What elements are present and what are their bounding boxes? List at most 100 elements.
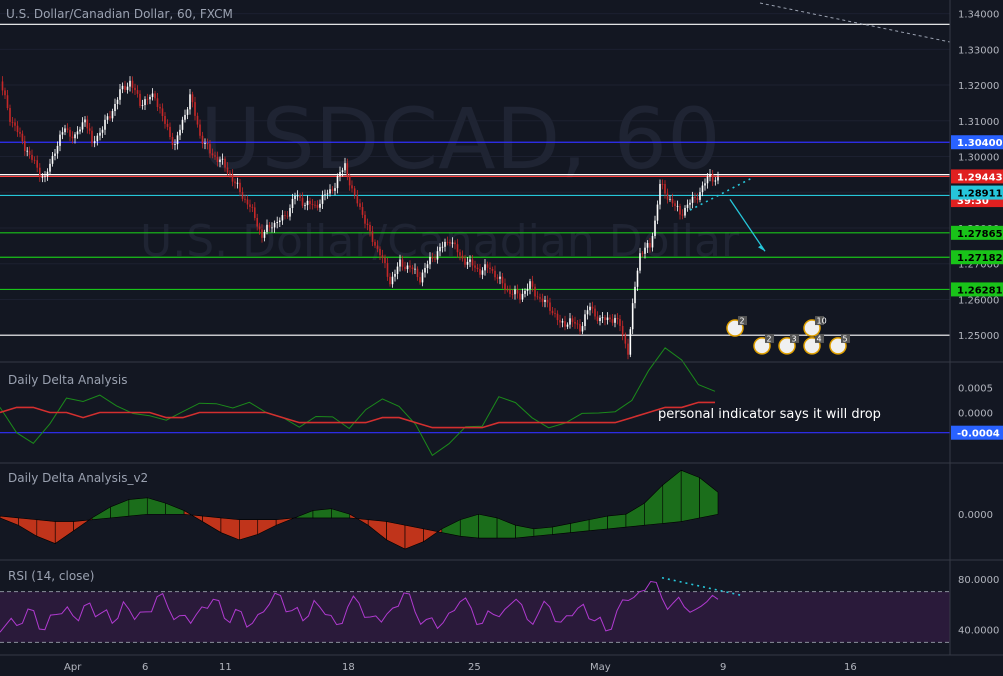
- candle-body: [391, 276, 394, 285]
- candle-body: [629, 329, 632, 355]
- candle-body: [334, 188, 336, 191]
- candle-body: [446, 241, 449, 243]
- candle-body: [353, 188, 356, 196]
- badge-count: 2: [740, 317, 745, 326]
- candle-body: [709, 174, 711, 177]
- candle-body: [549, 302, 551, 311]
- candle-body: [88, 128, 91, 131]
- candle-body: [273, 223, 276, 228]
- candle-body: [26, 150, 28, 152]
- delta-v2-area: [533, 526, 553, 537]
- delta-v2-area: [478, 513, 498, 539]
- candle-body: [444, 241, 446, 247]
- candle-body: [381, 255, 384, 258]
- candle-body: [449, 242, 451, 244]
- candle-body: [489, 267, 491, 269]
- price-label: 1.28911: [957, 189, 1003, 200]
- badge-count: 5: [843, 334, 848, 343]
- candle-body: [246, 199, 249, 205]
- candle-body: [616, 318, 619, 320]
- candle-body: [186, 109, 189, 115]
- candle-body: [254, 207, 256, 218]
- candle-body: [256, 217, 258, 227]
- candle-body: [389, 276, 391, 285]
- candle-body: [314, 204, 316, 206]
- candle-body: [131, 80, 134, 88]
- candle-body: [599, 317, 601, 322]
- candle-body: [711, 174, 714, 182]
- candle-body: [244, 198, 246, 200]
- candle-body: [669, 198, 671, 200]
- candle-body: [6, 95, 9, 109]
- candle-body: [441, 246, 444, 248]
- candle-body: [604, 317, 606, 321]
- candle-body: [704, 183, 706, 186]
- price-label: 1.27865: [957, 229, 1003, 240]
- candle-body: [579, 324, 581, 332]
- candle-body: [636, 270, 639, 287]
- candle-body: [481, 270, 484, 275]
- candle-body: [64, 128, 66, 133]
- candle-body: [529, 281, 531, 289]
- candle-body: [321, 194, 324, 204]
- candle-body: [91, 130, 93, 144]
- candle-body: [289, 208, 291, 217]
- candle-body: [54, 153, 56, 156]
- candle-body: [116, 99, 119, 104]
- candle-body: [111, 111, 114, 119]
- candle-body: [464, 258, 466, 265]
- candle-body: [699, 192, 701, 200]
- candle-body: [404, 266, 406, 270]
- candle-body: [544, 299, 546, 302]
- candle-body: [61, 132, 64, 135]
- candle-body: [499, 276, 501, 279]
- candle-body: [634, 286, 636, 304]
- candle-body: [179, 129, 181, 136]
- candle-body: [331, 189, 334, 191]
- daily-delta-title: Daily Delta Analysis: [8, 373, 127, 387]
- candle-body: [369, 224, 371, 232]
- candle-body: [16, 125, 19, 133]
- candle-body: [84, 119, 86, 123]
- candle-body: [344, 163, 346, 171]
- candle-body: [364, 214, 366, 224]
- candle-body: [176, 135, 179, 145]
- candle-body: [96, 135, 99, 142]
- candle-body: [674, 203, 676, 207]
- candle-body: [459, 252, 461, 256]
- candle-body: [631, 303, 634, 330]
- candle-body: [456, 244, 459, 253]
- candle-body: [486, 264, 489, 268]
- candle-body: [169, 126, 171, 138]
- candle-body: [139, 93, 141, 106]
- candle-body: [641, 253, 644, 255]
- candle-body: [401, 259, 404, 267]
- candle-body: [621, 325, 624, 336]
- candle-body: [509, 289, 511, 294]
- candle-body: [281, 215, 284, 221]
- candle-body: [11, 121, 14, 123]
- candle-body: [514, 289, 516, 295]
- candle-body: [28, 150, 31, 155]
- candle-body: [386, 263, 389, 277]
- candle-body: [689, 202, 691, 205]
- candle-body: [366, 223, 369, 225]
- candle-body: [49, 163, 51, 172]
- candle-body: [181, 119, 184, 130]
- candle-body: [191, 94, 194, 103]
- delta-tick-label: 0.0000: [958, 409, 993, 420]
- candle-body: [209, 144, 211, 154]
- candle-body: [194, 102, 196, 116]
- candle-body: [14, 122, 16, 126]
- candle-body: [249, 204, 251, 207]
- candle-body: [268, 224, 271, 228]
- candle-body: [1, 81, 4, 91]
- candle-body: [436, 251, 439, 260]
- candle-body: [136, 90, 139, 94]
- candle-body: [654, 220, 656, 237]
- candle-body: [581, 326, 584, 332]
- rsi-tick-label: 40.0000: [958, 626, 999, 637]
- candle-body: [471, 259, 474, 266]
- candle-body: [286, 215, 289, 217]
- candle-body: [154, 93, 156, 99]
